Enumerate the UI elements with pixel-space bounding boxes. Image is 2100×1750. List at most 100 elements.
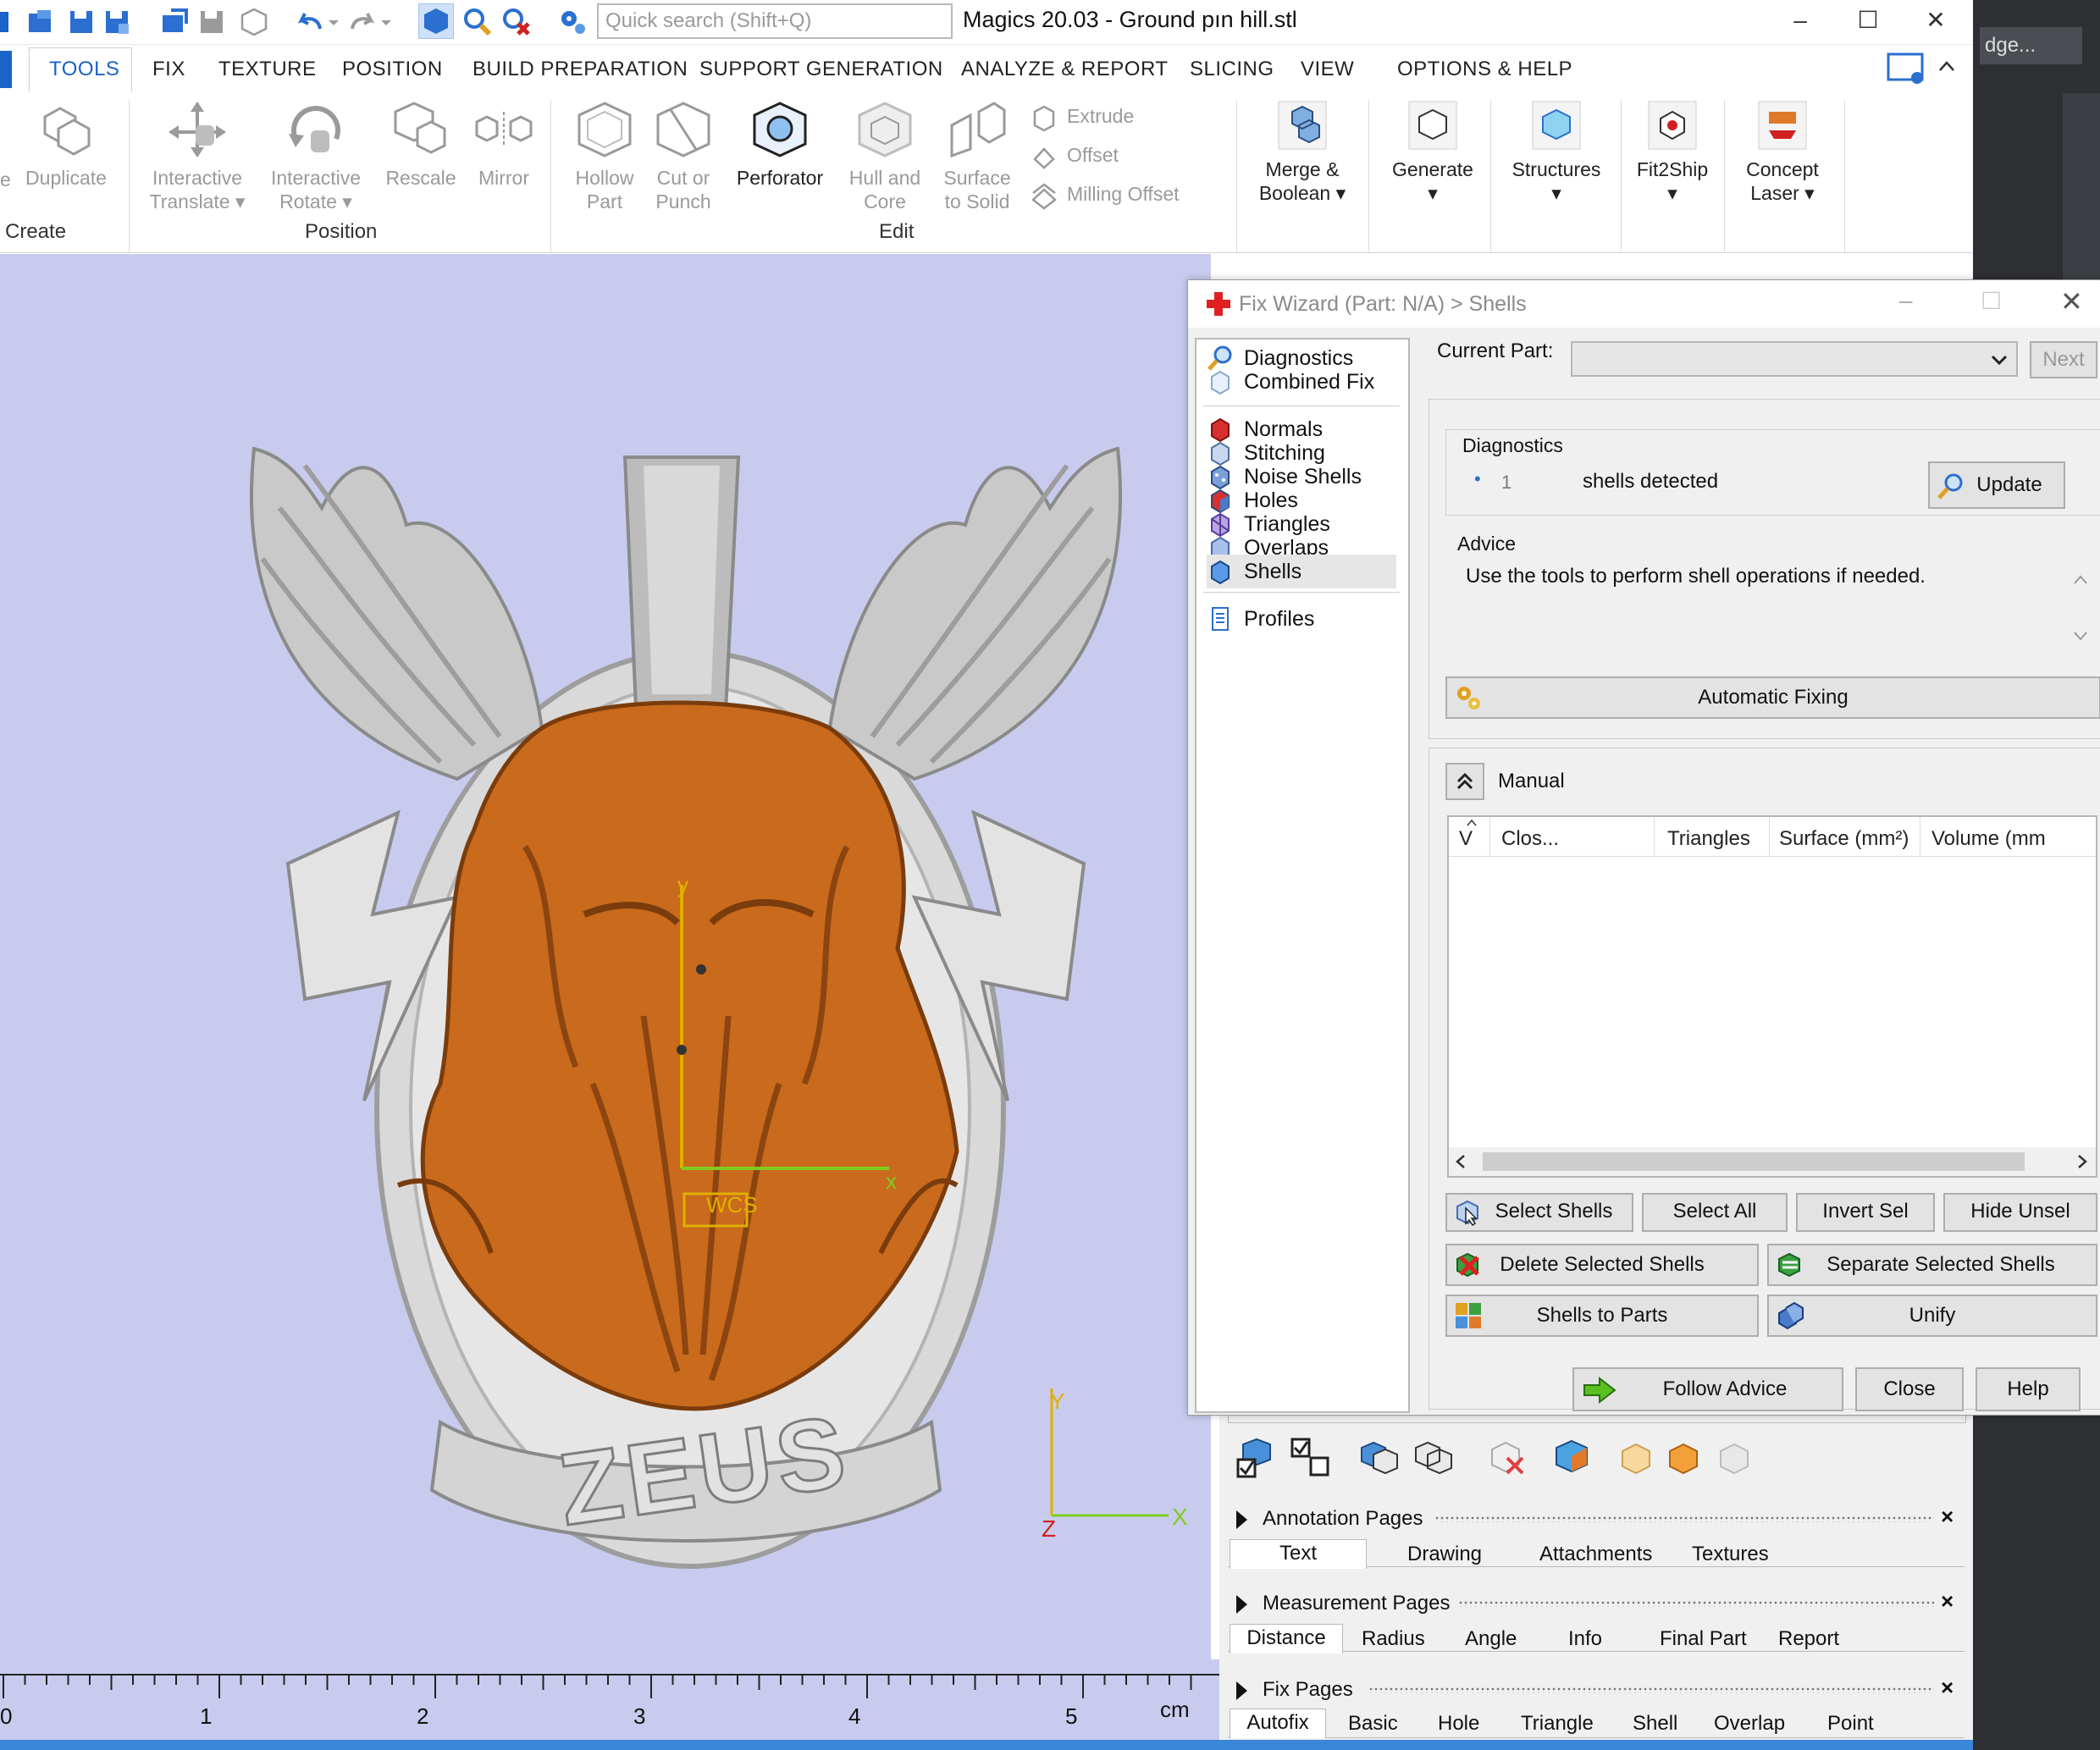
horizontal-scrollbar[interactable]: [1449, 1147, 2096, 1176]
zoom-reset-icon[interactable]: [501, 7, 532, 37]
col-header-volume[interactable]: Volume (mm: [1931, 827, 2092, 851]
scroll-right-icon[interactable]: [2075, 1154, 2089, 1169]
unify-button[interactable]: Unify: [1767, 1295, 2097, 1337]
import-part-icon[interactable]: [159, 7, 190, 37]
tab-view[interactable]: VIEW: [1301, 58, 1354, 81]
offset-button[interactable]: Offset: [1030, 142, 1119, 171]
tab-point[interactable]: Point: [1827, 1712, 1874, 1736]
tab-final-part[interactable]: Final Part: [1660, 1627, 1747, 1651]
save-icon[interactable]: [66, 7, 97, 37]
close-button[interactable]: ✕: [1910, 2, 1961, 39]
ribbon-settings-icon[interactable]: [1887, 52, 1926, 86]
tab-report[interactable]: Report: [1778, 1627, 1839, 1651]
scroll-up-icon[interactable]: [2072, 573, 2089, 587]
background-window-tab[interactable]: dge...: [1980, 27, 2082, 64]
tab-tools[interactable]: TOOLS: [49, 58, 119, 81]
tab-shell[interactable]: Shell: [1633, 1712, 1677, 1736]
collapse-ribbon-icon[interactable]: [1937, 58, 1956, 76]
hull-and-core-button[interactable]: Hull and Core: [838, 100, 931, 213]
export-parts-icon[interactable]: [1616, 1436, 1658, 1478]
nav-profiles[interactable]: Profiles: [1207, 602, 1396, 636]
settings-gear-icon[interactable]: [557, 7, 588, 37]
select-all-button[interactable]: Select All: [1642, 1193, 1788, 1232]
tab-position[interactable]: POSITION: [342, 58, 443, 81]
measurement-pages-header[interactable]: Measurement Pages: [1236, 1592, 1450, 1615]
automatic-fixing-button[interactable]: Automatic Fixing: [1445, 676, 2100, 719]
help-button[interactable]: Help: [1976, 1367, 2081, 1411]
open-file-icon[interactable]: [25, 7, 56, 37]
tab-triangle[interactable]: Triangle: [1521, 1712, 1594, 1736]
hollow-part-button[interactable]: Hollow Part: [562, 100, 647, 213]
tab-drawing[interactable]: Drawing: [1407, 1543, 1482, 1566]
wizard-maximize-button[interactable]: ☐: [1981, 287, 2002, 315]
part-icon[interactable]: [239, 7, 269, 37]
tab-textures[interactable]: Textures: [1692, 1543, 1769, 1566]
scroll-left-icon[interactable]: [1454, 1154, 1467, 1169]
part-colors-icon[interactable]: [1551, 1436, 1594, 1478]
save-part-icon[interactable]: [196, 7, 227, 37]
merge-parts-icon[interactable]: [1714, 1436, 1756, 1478]
mirror-button[interactable]: Mirror: [466, 100, 542, 190]
col-header-closed[interactable]: Clos...: [1501, 827, 1559, 851]
delete-selected-shells-button[interactable]: Delete Selected Shells: [1445, 1244, 1759, 1286]
shells-table[interactable]: V Clos... Triangles Surface (mm²) Volume…: [1447, 815, 2097, 1178]
invert-selection-icon[interactable]: [1289, 1436, 1331, 1478]
tab-overlap[interactable]: Overlap: [1714, 1712, 1785, 1736]
close-annotation-pages[interactable]: ×: [1941, 1504, 1954, 1530]
interactive-translate-button[interactable]: Interactive Translate ▾: [142, 100, 252, 213]
shells-to-parts-button[interactable]: Shells to Parts: [1445, 1295, 1759, 1337]
tab-fix[interactable]: FIX: [152, 58, 185, 81]
follow-advice-button[interactable]: Follow Advice: [1572, 1367, 1843, 1411]
cut-or-punch-button[interactable]: Cut or Punch: [645, 100, 721, 213]
structures-button[interactable]: Structures ▾: [1497, 100, 1616, 205]
update-button[interactable]: Update: [1928, 461, 2065, 509]
tab-options-help[interactable]: OPTIONS & HELP: [1397, 58, 1572, 81]
col-header-surface[interactable]: Surface (mm²): [1779, 827, 1909, 851]
redo-dropdown-icon[interactable]: [378, 7, 395, 37]
tab-text[interactable]: Text: [1230, 1539, 1367, 1569]
fit2ship-button[interactable]: Fit2Ship ▾: [1626, 100, 1719, 205]
fix-pages-header[interactable]: Fix Pages: [1236, 1678, 1353, 1702]
copy-parts-icon[interactable]: [1358, 1436, 1401, 1478]
milling-offset-button[interactable]: Milling Offset: [1030, 181, 1180, 210]
tab-support-generation[interactable]: SUPPORT GENERATION: [699, 58, 943, 81]
tab-analyze-report[interactable]: ANALYZE & REPORT: [961, 58, 1169, 81]
tab-distance[interactable]: Distance: [1230, 1624, 1343, 1653]
zoom-icon[interactable]: [462, 7, 493, 37]
nav-combined-fix[interactable]: Combined Fix: [1207, 365, 1396, 399]
hide-unselected-button[interactable]: Hide Unsel: [1943, 1193, 2097, 1232]
concept-laser-button[interactable]: Concept Laser ▾: [1727, 100, 1838, 205]
tab-info[interactable]: Info: [1568, 1627, 1602, 1651]
parts-wireframe-icon[interactable]: [1412, 1436, 1455, 1478]
tab-attachments[interactable]: Attachments: [1539, 1543, 1652, 1566]
scrollbar-thumb[interactable]: [1483, 1152, 2025, 1171]
select-parts-icon[interactable]: [1231, 1436, 1274, 1478]
redo-icon[interactable]: [347, 7, 378, 37]
tab-angle[interactable]: Angle: [1465, 1627, 1517, 1651]
delete-part-icon[interactable]: [1485, 1436, 1528, 1478]
rescale-button[interactable]: Rescale: [383, 100, 459, 190]
surface-to-solid-button[interactable]: Surface to Solid: [935, 100, 1020, 213]
merge-boolean-button[interactable]: Merge & Boolean ▾: [1243, 100, 1362, 205]
undo-dropdown-icon[interactable]: [325, 7, 342, 37]
tab-slicing[interactable]: SLICING: [1190, 58, 1274, 81]
tab-radius[interactable]: Radius: [1362, 1627, 1425, 1651]
scroll-down-icon[interactable]: [2072, 629, 2089, 643]
col-header-triangles[interactable]: Triangles: [1667, 827, 1750, 851]
next-button[interactable]: Next: [2030, 341, 2097, 378]
tab-hole[interactable]: Hole: [1438, 1712, 1479, 1736]
quick-search-input[interactable]: Quick search (Shift+Q): [597, 3, 953, 39]
tab-autofix[interactable]: Autofix: [1230, 1709, 1326, 1738]
select-part-icon[interactable]: [418, 3, 454, 39]
tab-basic[interactable]: Basic: [1348, 1712, 1398, 1736]
annotation-pages-header[interactable]: Annotation Pages: [1236, 1507, 1423, 1531]
minimize-button[interactable]: –: [1775, 2, 1826, 39]
tab-texture[interactable]: TEXTURE: [218, 58, 317, 81]
col-header-visible[interactable]: V: [1459, 827, 1473, 851]
undo-icon[interactable]: [295, 7, 325, 37]
maximize-button[interactable]: ☐: [1843, 2, 1893, 39]
perforator-button[interactable]: Perforator: [727, 100, 833, 190]
close-measurement-pages[interactable]: ×: [1941, 1588, 1954, 1615]
separate-selected-shells-button[interactable]: Separate Selected Shells: [1767, 1244, 2097, 1286]
select-shells-button[interactable]: Select Shells: [1445, 1193, 1633, 1232]
